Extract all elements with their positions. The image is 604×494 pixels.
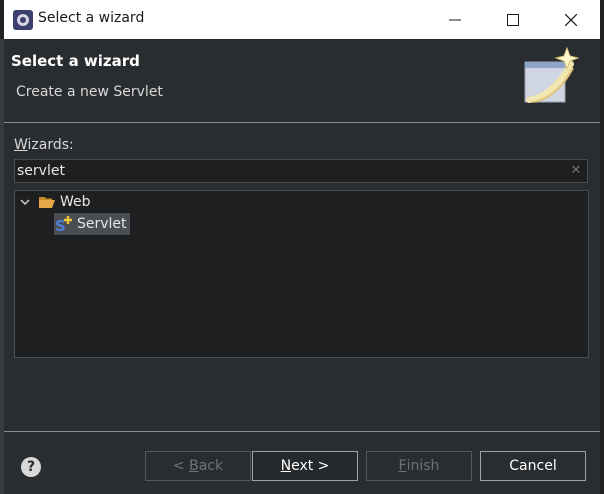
back-button-label: ack (198, 458, 224, 474)
minimize-icon (449, 19, 461, 20)
header-separator (4, 122, 600, 123)
finish-button-mnemonic: F (398, 458, 407, 474)
finish-button-label: inish (406, 458, 440, 474)
wizard-dialog: Select a wizard Select a wizard Create a… (4, 0, 600, 494)
back-button-mnemonic: B (189, 458, 199, 474)
clear-filter-icon[interactable]: ✕ (568, 162, 584, 180)
tree-item-web[interactable]: Web (18, 191, 91, 213)
wizard-filter-input[interactable] (17, 160, 557, 182)
wizards-label-mnemonic: W (14, 137, 28, 153)
help-icon[interactable]: ? (21, 457, 41, 477)
tree-item-label: Web (60, 194, 91, 210)
header-description: Create a new Servlet (16, 84, 163, 100)
header-title: Select a wizard (11, 52, 140, 70)
folder-open-icon (39, 197, 55, 208)
window-title: Select a wizard (38, 10, 145, 26)
maximize-icon (507, 13, 519, 26)
wizard-filter-box: ✕ (14, 159, 588, 183)
close-icon (565, 13, 577, 26)
wizard-tree[interactable]: Web S Servlet (14, 190, 589, 358)
eclipse-app-icon (13, 10, 33, 30)
tree-item-label: Servlet (77, 216, 127, 232)
minimize-button[interactable] (426, 0, 484, 39)
tree-item-servlet[interactable]: S Servlet (54, 213, 130, 235)
footer-separator (4, 431, 600, 432)
wizards-label-text: izards: (27, 137, 74, 153)
back-button[interactable]: < Back (145, 451, 251, 481)
servlet-icon: S (55, 216, 72, 233)
chevron-down-icon[interactable] (18, 195, 32, 209)
back-button-prefix: < (172, 458, 190, 474)
wizard-banner-icon (524, 46, 579, 103)
cancel-button[interactable]: Cancel (480, 451, 586, 481)
next-button-mnemonic: N (280, 458, 292, 474)
maximize-button[interactable] (484, 0, 542, 39)
next-button[interactable]: Next > (252, 451, 358, 481)
finish-button[interactable]: Finish (366, 451, 472, 481)
wizards-label: Wizards: (14, 137, 74, 153)
close-button[interactable] (542, 0, 600, 39)
title-bar[interactable]: Select a wizard (4, 0, 600, 39)
next-button-label: ext > (291, 458, 330, 474)
